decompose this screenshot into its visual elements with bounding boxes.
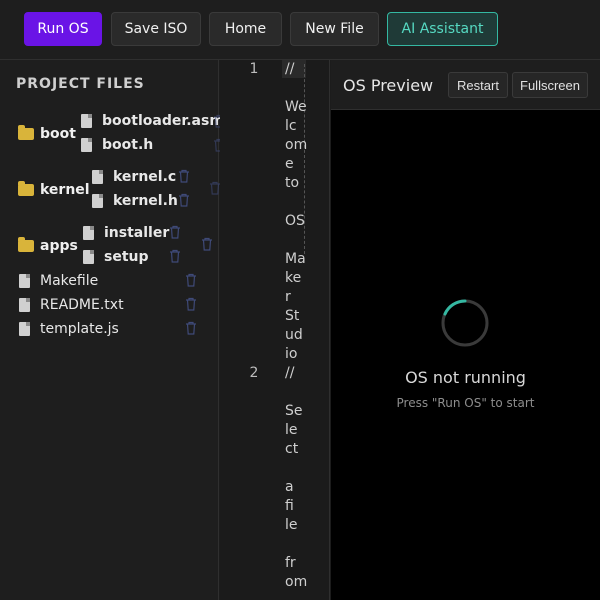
- loading-spinner-icon: [441, 299, 489, 347]
- file-name: boot.h: [102, 137, 154, 153]
- file-template-js[interactable]: template.js: [19, 319, 119, 339]
- new-file-button[interactable]: New File: [290, 12, 379, 46]
- file-icon: [92, 170, 103, 184]
- sidebar-title: PROJECT FILES: [16, 76, 145, 92]
- os-start-hint: Press "Run OS" to start: [396, 396, 535, 410]
- os-preview-panel: OS Preview Restart Fullscreen OS not run…: [331, 60, 600, 600]
- file-icon: [19, 322, 30, 336]
- preview-header: OS Preview Restart Fullscreen: [331, 60, 600, 110]
- folder-icon: [18, 237, 34, 252]
- os-status-text: OS not running: [405, 368, 526, 387]
- code-text: le: [285, 422, 298, 438]
- trash-icon[interactable]: [185, 321, 197, 335]
- fullscreen-button[interactable]: Fullscreen: [512, 72, 588, 98]
- code-editor[interactable]: 1 2 // We lc om e to OS Ma ke r St ud io…: [220, 60, 330, 600]
- line-number: 2: [249, 365, 259, 381]
- save-iso-button[interactable]: Save ISO: [111, 12, 201, 46]
- code-text: Se: [285, 403, 303, 419]
- code-text: e: [285, 156, 294, 172]
- file-name: kernel.c: [113, 169, 177, 185]
- code-text: lc: [285, 118, 297, 134]
- file-icon: [83, 250, 94, 264]
- code-text: //: [285, 365, 295, 381]
- code-text: fi: [285, 498, 294, 514]
- folder-apps[interactable]: apps: [18, 237, 78, 254]
- file-installer[interactable]: installer: [83, 223, 169, 243]
- trash-icon[interactable]: [178, 169, 190, 183]
- trash-icon[interactable]: [169, 249, 181, 263]
- file-name: bootloader.asm: [102, 113, 224, 129]
- file-icon: [19, 298, 30, 312]
- home-button[interactable]: Home: [209, 12, 282, 46]
- file-kernel-h[interactable]: kernel.h: [92, 191, 178, 211]
- file-icon: [81, 138, 92, 152]
- folder-name: kernel: [40, 182, 90, 198]
- trash-icon[interactable]: [185, 273, 197, 287]
- file-makefile[interactable]: Makefile: [19, 271, 98, 291]
- line-number: 1: [249, 61, 259, 77]
- trash-icon[interactable]: [178, 193, 190, 207]
- file-name: Makefile: [40, 273, 99, 289]
- folder-icon: [18, 181, 34, 196]
- line-number-gutter: 1 2: [220, 60, 278, 600]
- ai-assistant-button[interactable]: AI Assistant: [387, 12, 498, 46]
- code-text: om: [285, 137, 308, 153]
- file-bootloader-asm[interactable]: bootloader.asm: [81, 111, 224, 131]
- folder-icon: [18, 125, 34, 140]
- run-os-button[interactable]: Run OS: [24, 12, 102, 46]
- file-name: kernel.h: [113, 193, 178, 209]
- code-text: ke: [285, 270, 302, 286]
- folder-boot[interactable]: boot: [18, 125, 76, 142]
- code-text: io: [285, 346, 298, 362]
- code-text: St: [285, 308, 300, 324]
- code-text: ct: [285, 441, 299, 457]
- code-text: fr: [285, 555, 296, 571]
- code-text: r: [285, 289, 291, 305]
- trash-icon[interactable]: [169, 225, 181, 239]
- file-icon: [81, 114, 92, 128]
- file-readme[interactable]: README.txt: [19, 295, 124, 315]
- code-text: to: [285, 175, 300, 191]
- code-text: We: [285, 99, 307, 115]
- toolbar: Run OS Save ISO Home New File AI Assista…: [0, 0, 600, 60]
- code-text: ud: [285, 327, 303, 343]
- file-name: installer: [104, 225, 170, 241]
- file-kernel-c[interactable]: kernel.c: [92, 167, 176, 187]
- file-icon: [83, 226, 94, 240]
- code-text: le: [285, 517, 298, 533]
- code-text: //: [285, 61, 295, 77]
- file-name: README.txt: [40, 297, 124, 313]
- trash-icon[interactable]: [185, 297, 197, 311]
- preview-title: OS Preview: [343, 76, 434, 95]
- folder-kernel[interactable]: kernel: [18, 181, 90, 198]
- code-text: Ma: [285, 251, 306, 267]
- code-text: a: [285, 479, 294, 495]
- folder-name: apps: [40, 238, 78, 254]
- trash-icon[interactable]: [201, 237, 213, 251]
- file-setup[interactable]: setup: [83, 247, 149, 267]
- restart-button[interactable]: Restart: [448, 72, 508, 98]
- file-name: template.js: [40, 321, 119, 337]
- file-name: setup: [104, 249, 149, 265]
- project-files-sidebar: PROJECT FILES boot bootloader.asm boot.h…: [0, 60, 224, 600]
- file-boot-h[interactable]: boot.h: [81, 135, 153, 155]
- file-icon: [92, 194, 103, 208]
- file-icon: [19, 274, 30, 288]
- folder-name: boot: [40, 126, 76, 142]
- code-text: OS: [285, 213, 305, 229]
- code-text: om: [285, 574, 308, 590]
